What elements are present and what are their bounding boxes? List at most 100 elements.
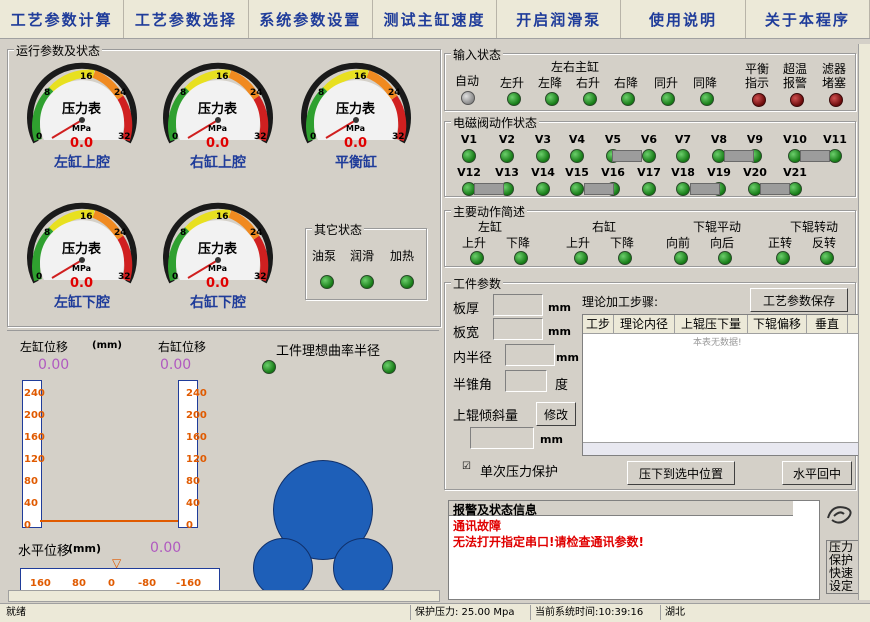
gauge-label: 左缸下腔 (54, 295, 110, 311)
lube-label: 润滑 (350, 249, 375, 263)
inner-radius-label: 内半径 (453, 351, 493, 366)
action-item-led (718, 251, 732, 265)
action-item-label: 向后 (710, 236, 735, 250)
gauge-tick-top: 16 (80, 72, 93, 82)
action-item-led (470, 251, 484, 265)
gauge-label: 左缸上腔 (54, 155, 110, 171)
cyl-item-led (621, 92, 635, 106)
thickness-unit: mm (548, 301, 571, 314)
cyl-item-label: 同升 (654, 76, 679, 90)
valve-status-title: 电磁阀动作状态 (451, 114, 540, 131)
gauge-tick-24: 24 (114, 228, 127, 238)
status-pressure: 保护压力: 25.00 Mpa (410, 605, 514, 620)
side-button-stack[interactable]: 压力 保护 快速 设定 (826, 540, 862, 594)
menu-test-speed[interactable]: 测试主缸速度 (373, 0, 498, 38)
horiz-tick: 0 (108, 578, 115, 589)
menu-about[interactable]: 关于本程序 (746, 0, 870, 38)
menu-process-select[interactable]: 工艺参数选择 (124, 0, 249, 38)
valve-label: V20 (743, 166, 767, 179)
gauge-label: 平衡缸 (335, 155, 377, 171)
single-protect-checkbox[interactable]: ☑ (462, 461, 471, 472)
table-hscrollbar[interactable] (583, 442, 859, 455)
right-disp-label: 右缸位移 (158, 340, 207, 354)
action-group-label: 左缸 (478, 220, 503, 234)
valve-label: V10 (783, 133, 807, 146)
valve-label: V18 (671, 166, 695, 179)
tilt-unit: mm (540, 433, 563, 446)
group-title: 运行参数及状态 (14, 42, 103, 59)
cyl-item-led (583, 92, 597, 106)
table-header-cell: 下辊偏移 (748, 315, 807, 333)
left-disp-value: 0.00 (38, 357, 70, 373)
gauge-tick-8: 8 (180, 228, 187, 238)
alarm-panel: 报警及状态信息 通讯故障 无法打开指定串口!请检查通讯参数! (448, 500, 820, 600)
cyl-item-label: 左升 (500, 76, 525, 90)
thickness-input[interactable] (493, 294, 543, 316)
scale-tick: 240 (24, 388, 45, 399)
menu-bar: 工艺参数计算 工艺参数选择 系统参数设置 测试主缸速度 开启润滑泵 使用说明 关… (0, 0, 870, 39)
gauge-tick-24: 24 (114, 88, 127, 98)
menu-lube-pump[interactable]: 开启润滑泵 (497, 0, 622, 38)
valve-label: V2 (498, 133, 516, 146)
valve-label: V19 (707, 166, 731, 179)
gauge-unit: MPa (346, 124, 366, 133)
valve-bar (724, 150, 754, 162)
valve-label: V21 (783, 166, 807, 179)
gauge-balance: 16 8 24 0 32 压力表 MPa 0.0 平衡缸 (296, 60, 416, 171)
disp-link-line (40, 520, 178, 522)
gauge-value: 0.0 (344, 136, 368, 151)
single-protect-label[interactable]: 单次压力保护 (480, 461, 558, 480)
gauge-tick-0: 0 (172, 272, 179, 282)
action-item-led (674, 251, 688, 265)
inner-radius-input[interactable] (505, 344, 555, 366)
action-item-label: 向前 (666, 236, 691, 250)
scale-tick: 40 (186, 498, 200, 509)
left-hscrollbar[interactable] (8, 590, 440, 602)
gauge-tick-0: 0 (172, 132, 179, 142)
action-group-label: 下辊平动 (693, 220, 742, 234)
input-status-title: 输入状态 (451, 46, 504, 63)
press-to-position-button[interactable]: 压下到选中位置 (627, 461, 735, 485)
menu-system-settings[interactable]: 系统参数设置 (249, 0, 373, 38)
scale-tick: 40 (24, 498, 38, 509)
valve-bar (612, 150, 642, 162)
valve-label: V7 (674, 133, 692, 146)
table-header-cell: 理论内径 (614, 315, 675, 333)
gauge-tick-0: 0 (310, 132, 317, 142)
alarm-title: 报警及状态信息 (449, 501, 793, 517)
gauge-tick-top: 16 (354, 72, 367, 82)
menu-process-calc[interactable]: 工艺参数计算 (0, 0, 125, 38)
valve-led (788, 182, 802, 196)
cyl-item-led (661, 92, 675, 106)
modify-button[interactable]: 修改 (536, 402, 576, 426)
scale-tick: 80 (186, 476, 200, 487)
tilt-input[interactable] (470, 427, 534, 449)
gauge-tick-32: 32 (118, 132, 131, 142)
horizontal-center-button[interactable]: 水平回中 (782, 461, 852, 485)
scale-tick: 80 (24, 476, 38, 487)
half-cone-input[interactable] (505, 370, 547, 392)
valve-label: V9 (746, 133, 764, 146)
gauge-tick-24: 24 (250, 88, 263, 98)
valve-label: V5 (604, 133, 622, 146)
valve-label: V3 (534, 133, 552, 146)
heat-led (400, 275, 414, 289)
horiz-tick: 160 (30, 578, 51, 589)
right-vscrollbar[interactable] (858, 44, 870, 600)
valve-led (536, 182, 550, 196)
width-input[interactable] (493, 318, 543, 340)
save-params-button[interactable]: 工艺参数保存 (750, 288, 848, 312)
other-status-title: 其它状态 (312, 221, 365, 238)
valve-label: V16 (601, 166, 625, 179)
gauge-tick-8: 8 (44, 228, 51, 238)
valve-led (536, 149, 550, 163)
valve-bar (760, 183, 790, 195)
scale-tick: 200 (24, 410, 45, 421)
gauge-tick-32: 32 (254, 272, 267, 282)
gauge-tick-top: 16 (80, 212, 93, 222)
gauge-left-lower: 16 8 24 0 32 压力表 MPa 0.0 左缸下腔 (22, 200, 142, 311)
menu-help[interactable]: 使用说明 (621, 0, 746, 38)
balance-led (752, 93, 766, 107)
valve-led (570, 149, 584, 163)
balance-label-2: 指示 (745, 76, 770, 90)
